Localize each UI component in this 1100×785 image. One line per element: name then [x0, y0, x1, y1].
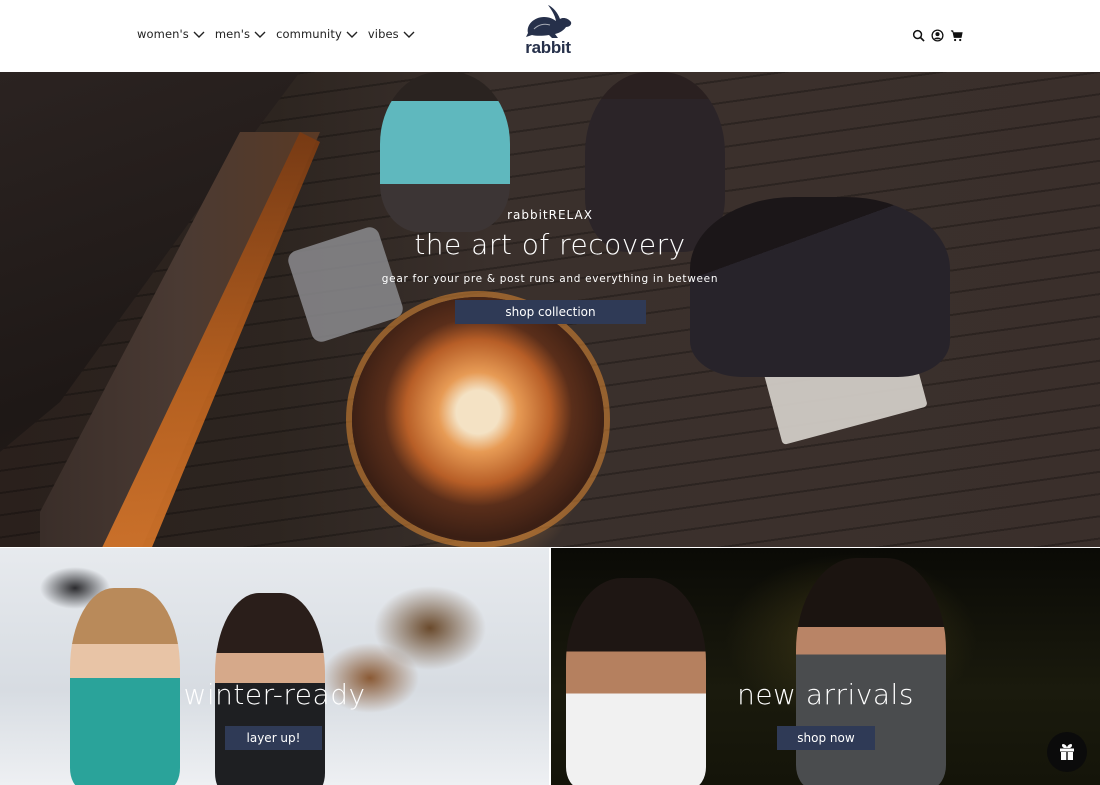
cart-icon[interactable]	[950, 29, 963, 42]
site-logo[interactable]: rabbit	[520, 3, 576, 65]
promo-tile-winter[interactable]: winter-ready layer up!	[0, 548, 549, 785]
promo-tile-new-arrivals[interactable]: new arrivals shop now	[551, 548, 1100, 785]
nav-community-label: community	[276, 27, 342, 41]
nav-vibes-label: vibes	[367, 27, 399, 41]
hero-headline: the art of recovery	[414, 228, 686, 261]
nav-womens-label: women's	[137, 27, 189, 41]
hero-banner[interactable]: rabbitRELAX the art of recovery gear for…	[0, 72, 1100, 547]
logo-text: rabbit	[525, 38, 571, 57]
nav-vibes[interactable]: vibes	[368, 27, 415, 41]
nav-mens-label: men's	[214, 27, 251, 41]
nav-mens[interactable]: men's	[215, 27, 266, 41]
shop-now-button[interactable]: shop now	[777, 726, 875, 750]
chevron-down-icon	[193, 31, 205, 38]
chevron-down-icon	[346, 31, 358, 38]
nav-womens[interactable]: women's	[137, 27, 205, 41]
rabbit-logo-icon	[526, 5, 572, 38]
tile-image-runner	[796, 558, 946, 785]
layer-up-button[interactable]: layer up!	[225, 726, 322, 750]
search-icon[interactable]	[912, 29, 925, 42]
hero-content: rabbitRELAX the art of recovery gear for…	[0, 72, 1100, 547]
rewards-launcher-button[interactable]	[1047, 732, 1087, 772]
tile-title: winter-ready	[183, 678, 366, 711]
chevron-down-icon	[403, 31, 415, 38]
site-header: women's men's community vibes rabbit	[0, 0, 1100, 72]
account-icon[interactable]	[931, 29, 944, 42]
hero-eyebrow: rabbitRELAX	[507, 208, 593, 222]
tile-title: new arrivals	[737, 678, 914, 711]
gift-icon	[1060, 744, 1074, 760]
utility-nav	[912, 29, 963, 42]
main-nav: women's men's community vibes	[137, 27, 415, 41]
nav-community[interactable]: community	[276, 27, 358, 41]
shop-collection-button[interactable]: shop collection	[455, 300, 646, 324]
hero-subheadline: gear for your pre & post runs and everyt…	[381, 273, 719, 285]
chevron-down-icon	[254, 31, 266, 38]
